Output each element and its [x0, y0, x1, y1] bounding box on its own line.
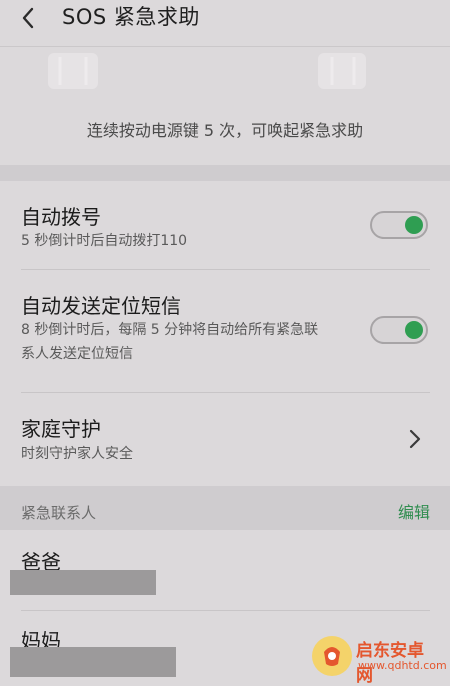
edit-button[interactable]: 编辑 [398, 499, 430, 523]
site-watermark: 启东安卓网 www.qdhtd.com [312, 636, 447, 686]
masked-phone-number [10, 647, 176, 677]
toggle-knob [405, 321, 423, 339]
contact-item[interactable]: 爸爸 [0, 530, 450, 610]
setting-title: 家庭守护 [21, 417, 101, 441]
power-button-hint: 连续按动电源键 5 次，可唤起紧急求助 [86, 121, 364, 140]
back-arrow-icon[interactable] [16, 6, 40, 30]
watermark-logo-icon [312, 636, 352, 676]
phone-illustration-icon [48, 53, 98, 89]
setting-auto-dial[interactable]: 自动拨号 5 秒倒计时后自动拨打110 [0, 181, 450, 270]
setting-subtitle-line-2: 系人发送定位短信 [21, 346, 133, 362]
sos-illustration-area: 连续按动电源键 5 次，可唤起紧急求助 [0, 47, 450, 165]
section-label: 紧急联系人 [21, 504, 97, 522]
emergency-contacts-header: 紧急联系人 编辑 [0, 486, 450, 530]
auto-dial-toggle[interactable] [370, 211, 428, 239]
setting-subtitle-line-1: 8 秒倒计时后，每隔 5 分钟将自动给所有紧急联 [21, 322, 319, 338]
page-title: SOS 紧急求助 [62, 5, 200, 29]
chevron-right-icon [409, 429, 421, 449]
location-sms-toggle[interactable] [370, 316, 428, 344]
setting-title: 自动拨号 [21, 205, 101, 229]
top-bar: SOS 紧急求助 [0, 0, 450, 47]
setting-auto-location-sms[interactable]: 自动发送定位短信 8 秒倒计时后，每隔 5 分钟将自动给所有紧急联 系人发送定位… [0, 270, 450, 392]
watermark-url: www.qdhtd.com [358, 659, 447, 672]
setting-title: 自动发送定位短信 [21, 294, 181, 318]
masked-phone-number [10, 570, 156, 595]
phone-illustration-icon [318, 53, 366, 89]
setting-subtitle: 5 秒倒计时后自动拨打110 [21, 233, 188, 249]
setting-subtitle: 时刻守护家人安全 [21, 446, 133, 462]
toggle-knob [405, 216, 423, 234]
section-gap [0, 165, 450, 181]
setting-family-guard[interactable]: 家庭守护 时刻守护家人安全 [0, 393, 450, 486]
